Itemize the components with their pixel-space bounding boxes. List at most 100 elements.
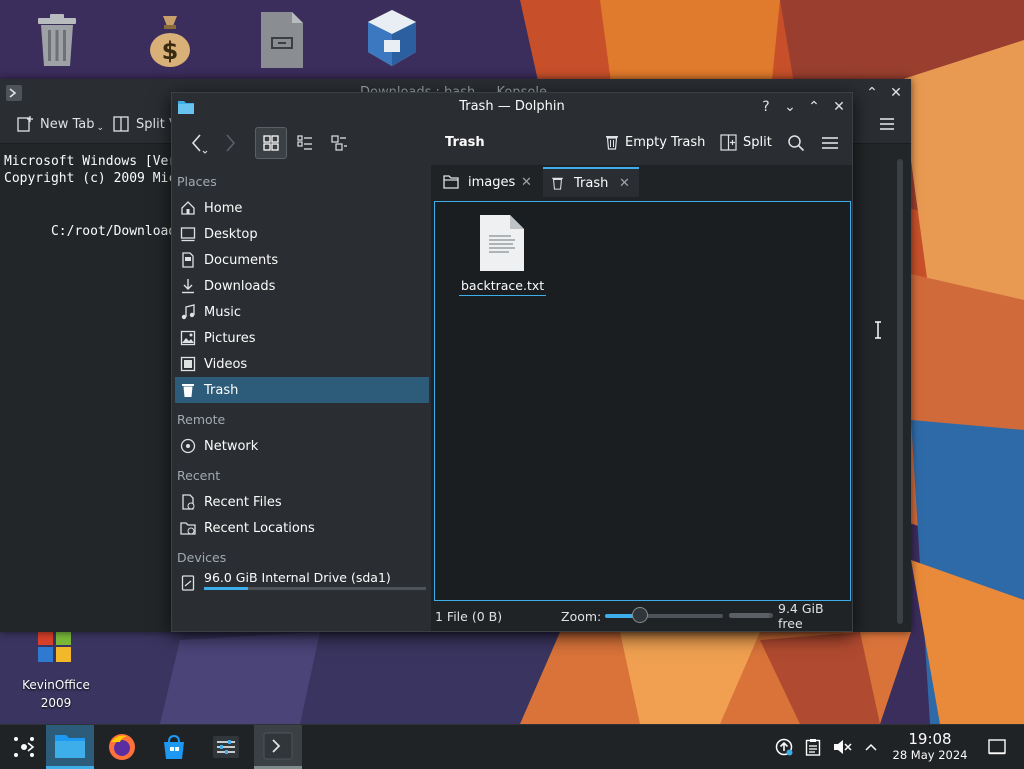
kevinoffice-icon[interactable] — [36, 628, 76, 664]
devices-header: Devices — [177, 550, 227, 565]
dolphin-titlebar[interactable]: Trash — Dolphin ? ⌄ ⌃ ✕ — [172, 93, 852, 121]
sidebar-item-label: Recent Locations — [204, 520, 315, 536]
sidebar-item-internal-drive[interactable]: 96.0 GiB Internal Drive (sda1) — [175, 569, 429, 597]
compact-view-button[interactable] — [324, 127, 354, 159]
forward-arrow-icon — [226, 134, 236, 152]
sidebar-item-videos[interactable]: Videos — [175, 351, 429, 377]
tab-close-icon[interactable]: ✕ — [619, 176, 630, 191]
recent-files-icon — [182, 494, 195, 510]
virtualbox-icon[interactable] — [364, 8, 420, 70]
new-tab-label: New Tab — [40, 116, 95, 132]
zoom-slider[interactable] — [605, 607, 723, 623]
recent-locations-icon — [180, 522, 196, 535]
task-discover[interactable] — [150, 725, 198, 769]
drive-usage-bar — [204, 587, 426, 590]
empty-trash-button[interactable]: Empty Trash — [605, 134, 705, 150]
tab-close-icon[interactable]: ✕ — [521, 175, 532, 190]
sidebar-item-recent-locations[interactable]: Recent Locations — [175, 515, 429, 541]
konsole-task-icon — [263, 732, 293, 759]
sidebar-item-label: Downloads — [204, 278, 276, 294]
trash-icon — [552, 177, 563, 190]
discover-icon — [164, 734, 184, 759]
sidebar-item-pictures[interactable]: Pictures — [175, 325, 429, 351]
dolphin-window[interactable]: Trash — Dolphin ? ⌄ ⌃ ✕ Trash Empty Tras… — [171, 92, 853, 632]
new-tab-dropdown-icon: ⌄ — [96, 123, 105, 133]
svg-text:$: $ — [162, 37, 179, 65]
help-button[interactable]: ? — [758, 99, 774, 115]
kevinoffice-label-line2: 2009 — [40, 696, 72, 710]
task-dolphin[interactable] — [46, 725, 94, 769]
places-panel: Places Home Desktop Documents Downloads … — [172, 165, 431, 631]
free-space-bar — [729, 613, 773, 618]
document-link-icon[interactable] — [258, 10, 306, 70]
split-view-icon — [720, 134, 737, 151]
trash-icon — [606, 136, 618, 150]
music-icon — [181, 304, 195, 320]
tab-images[interactable]: images ✕ — [435, 167, 540, 197]
sidebar-item-documents[interactable]: Documents — [175, 247, 429, 273]
sidebar-item-recent-files[interactable]: Recent Files — [175, 489, 429, 515]
sidebar-item-label: Recent Files — [204, 494, 282, 510]
clock-date: 28 May 2024 — [892, 748, 968, 762]
sidebar-item-label: Network — [204, 438, 259, 454]
task-system-settings[interactable] — [202, 725, 250, 769]
text-cursor-icon — [874, 321, 882, 339]
task-konsole[interactable] — [254, 725, 302, 769]
places-header: Places — [177, 174, 217, 189]
icons-view-button[interactable] — [255, 127, 287, 159]
task-firefox[interactable] — [98, 725, 146, 769]
location-breadcrumb[interactable]: Trash — [445, 121, 485, 165]
money-bag-icon[interactable]: $ — [146, 12, 194, 68]
maximize-button[interactable]: ⌃ — [806, 99, 822, 115]
terminal-scrollbar[interactable] — [897, 159, 903, 624]
details-view-button[interactable] — [290, 127, 320, 159]
sidebar-item-music[interactable]: Music — [175, 299, 429, 325]
hamburger-menu-icon — [822, 137, 838, 149]
tray-expand-button[interactable] — [861, 737, 881, 757]
zoom-slider-handle[interactable] — [632, 607, 649, 623]
back-button[interactable] — [182, 127, 214, 159]
dolphin-menu-button[interactable] — [818, 131, 842, 155]
sidebar-item-trash[interactable]: Trash — [175, 377, 429, 403]
kevinoffice-label[interactable]: KevinOffice 2009 — [6, 676, 106, 712]
show-desktop-button[interactable] — [987, 737, 1007, 757]
sidebar-item-desktop[interactable]: Desktop — [175, 221, 429, 247]
app-launcher-button[interactable] — [0, 725, 48, 769]
empty-trash-label: Empty Trash — [625, 134, 706, 150]
sidebar-item-home[interactable]: Home — [175, 195, 429, 221]
trash-icon — [182, 384, 194, 397]
konsole-maximize-button[interactable]: ⌃ — [864, 85, 880, 101]
sidebar-item-label: Desktop — [204, 226, 258, 242]
app-launcher-icon — [14, 737, 35, 757]
dolphin-task-icon — [55, 734, 85, 758]
file-item[interactable]: backtrace.txt — [459, 214, 547, 296]
tray-volume[interactable] — [832, 737, 852, 757]
update-notifier-icon — [775, 738, 793, 756]
konsole-app-icon — [6, 85, 22, 101]
tab-label: Trash — [574, 175, 609, 191]
sidebar-item-downloads[interactable]: Downloads — [175, 273, 429, 299]
konsole-close-button[interactable]: ✕ — [888, 85, 904, 101]
split-button[interactable]: Split — [720, 134, 772, 151]
clipboard-icon — [805, 739, 821, 756]
konsole-menu-button[interactable] — [878, 115, 896, 133]
kevinoffice-label-line1: KevinOffice — [22, 678, 90, 692]
close-button[interactable]: ✕ — [831, 99, 847, 115]
trash-icon[interactable] — [34, 12, 80, 68]
minimize-button[interactable]: ⌄ — [782, 99, 798, 115]
new-tab-button[interactable]: New Tab ⌄ — [16, 115, 104, 133]
sidebar-item-label: Pictures — [204, 330, 256, 346]
search-icon — [788, 135, 805, 152]
pictures-icon — [180, 330, 196, 346]
sidebar-item-label: Videos — [204, 356, 248, 372]
forward-button[interactable] — [216, 127, 244, 159]
search-button[interactable] — [784, 131, 808, 155]
sidebar-item-network[interactable]: Network — [175, 433, 429, 459]
digital-clock[interactable]: 19:08 28 May 2024 — [884, 730, 976, 763]
file-view[interactable]: backtrace.txt — [434, 201, 851, 601]
tab-trash[interactable]: Trash ✕ — [543, 167, 639, 197]
chevron-up-icon — [865, 743, 877, 751]
tray-clipboard[interactable] — [803, 737, 823, 757]
tray-updates[interactable] — [774, 737, 794, 757]
volume-muted-icon — [834, 740, 852, 754]
